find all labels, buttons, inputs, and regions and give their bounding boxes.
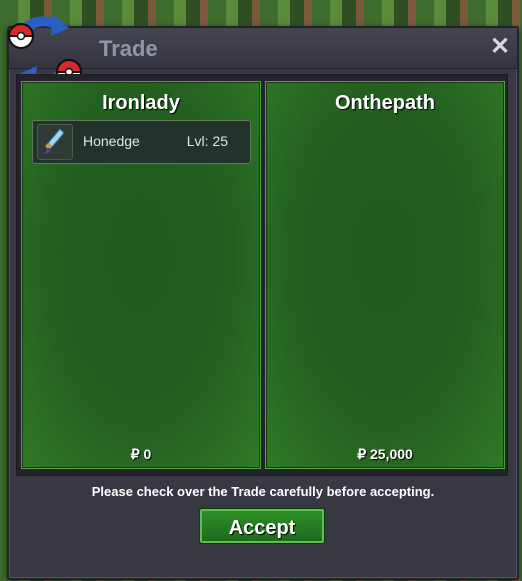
title-bar[interactable]: Trade ✕	[7, 14, 517, 88]
money-offer-right: ₽ 25,000	[357, 446, 413, 462]
trade-item-slot[interactable]: Honedge Lvl: 25	[32, 120, 251, 164]
window-title: Trade	[99, 36, 158, 61]
item-level: Lvl: 25	[186, 133, 228, 149]
close-icon[interactable]: ✕	[488, 35, 512, 59]
trader-name-right: Onthepath	[335, 92, 435, 114]
item-name: Honedge	[83, 133, 140, 149]
trade-area: Ironlady Honedge Lvl: 25 ₽ 0 Onthepath ₽…	[16, 74, 508, 476]
honedge-sword-icon	[37, 124, 73, 160]
money-offer-left: ₽ 0	[130, 446, 152, 462]
trade-panel-self: Ironlady Honedge Lvl: 25 ₽ 0	[21, 81, 261, 469]
trade-notice: Please check over the Trade carefully be…	[91, 484, 435, 499]
trade-window: Trade ✕ Ironlady Honedge Lvl: 25 ₽ 0 Ont…	[7, 14, 519, 580]
accept-button[interactable]: Accept	[200, 509, 324, 543]
trade-panel-partner: Onthepath ₽ 25,000	[265, 81, 505, 469]
trader-name-left: Ironlady	[102, 92, 180, 114]
